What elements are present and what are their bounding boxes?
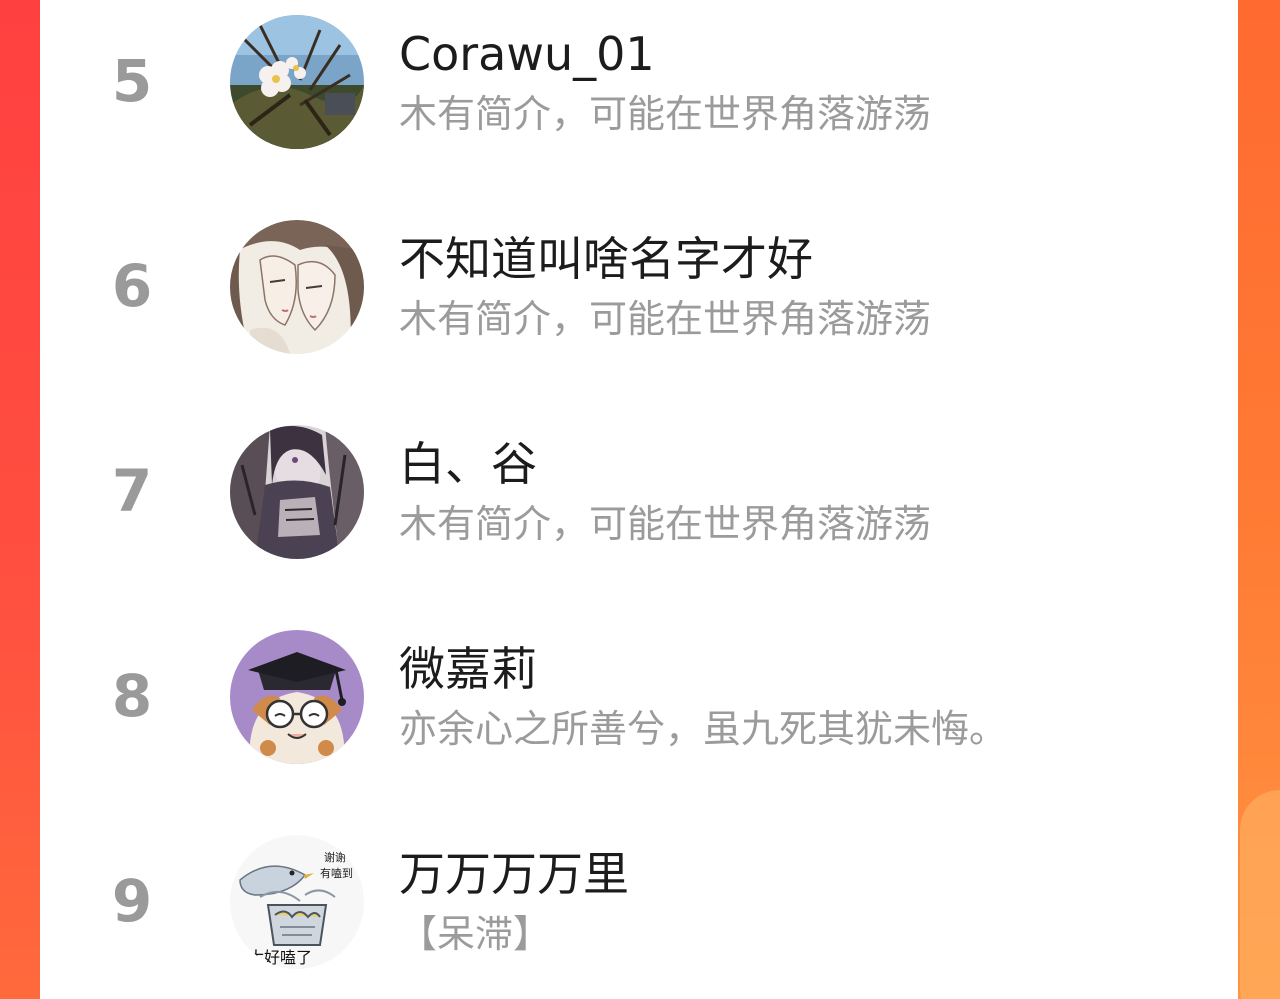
avatar[interactable]	[230, 15, 364, 149]
list-item[interactable]: 5 Corawu_01 木有简介，可能在世界角落游荡	[40, 10, 1238, 160]
rank-number: 5	[111, 47, 153, 115]
rank-number: 9	[111, 867, 153, 935]
avatar[interactable]	[230, 425, 364, 559]
user-name[interactable]: 微嘉莉	[399, 639, 537, 699]
rank-number: 8	[111, 662, 153, 730]
user-bio: 亦余心之所善兮，虽九死其犹未悔。	[399, 707, 1008, 751]
user-name[interactable]: 白、谷	[399, 434, 537, 494]
avatar-illustration-character-icon	[230, 425, 364, 559]
user-bio: 木有简介，可能在世界角落游荡	[399, 92, 932, 136]
list-item[interactable]: 8 微嘉莉 亦余心之所善兮，虽九死其犹未悔。	[40, 625, 1238, 775]
avatar-caption-1: 谢谢	[324, 850, 346, 864]
user-name[interactable]: 万万万万里	[399, 844, 629, 904]
avatar[interactable]: 谢谢 有嗑到 太好嗑了	[230, 835, 364, 969]
avatar-sticker-bird-icon: 谢谢 有嗑到 太好嗑了	[230, 835, 364, 969]
left-background-strip	[0, 0, 40, 999]
avatar-flower-photo-icon	[230, 15, 364, 149]
user-name[interactable]: 不知道叫啥名字才好	[399, 229, 813, 289]
avatar[interactable]	[230, 220, 364, 354]
rank-number: 6	[111, 252, 153, 320]
list-item[interactable]: 6 不知道叫啥名字才好 木有简介，可能在世界角落游荡	[40, 215, 1238, 365]
avatar-cartoon-cat-icon	[230, 630, 364, 764]
user-name[interactable]: Corawu_01	[399, 24, 655, 84]
list-item[interactable]: 9 谢谢 有嗑到 太好嗑了 万万万万里 【呆滞】	[40, 830, 1238, 980]
avatar-caption-3: 太好嗑了	[248, 948, 312, 967]
user-bio: 木有简介，可能在世界角落游荡	[399, 297, 932, 341]
user-bio: 【呆滞】	[399, 912, 552, 956]
avatar[interactable]	[230, 630, 364, 764]
right-background-strip	[1238, 0, 1280, 999]
user-bio: 木有简介，可能在世界角落游荡	[399, 502, 932, 546]
rank-number: 7	[111, 457, 153, 525]
avatar-caption-2: 有嗑到	[320, 866, 353, 880]
list-item[interactable]: 7 白、谷 木有简介，可能在世界角落游荡	[40, 420, 1238, 570]
avatar-illustration-couple-icon	[230, 220, 364, 354]
ranking-list-panel: 5 Corawu_01 木有简介，可能在世界角落游荡 6 不知道叫啥名字才好 木…	[40, 0, 1238, 999]
